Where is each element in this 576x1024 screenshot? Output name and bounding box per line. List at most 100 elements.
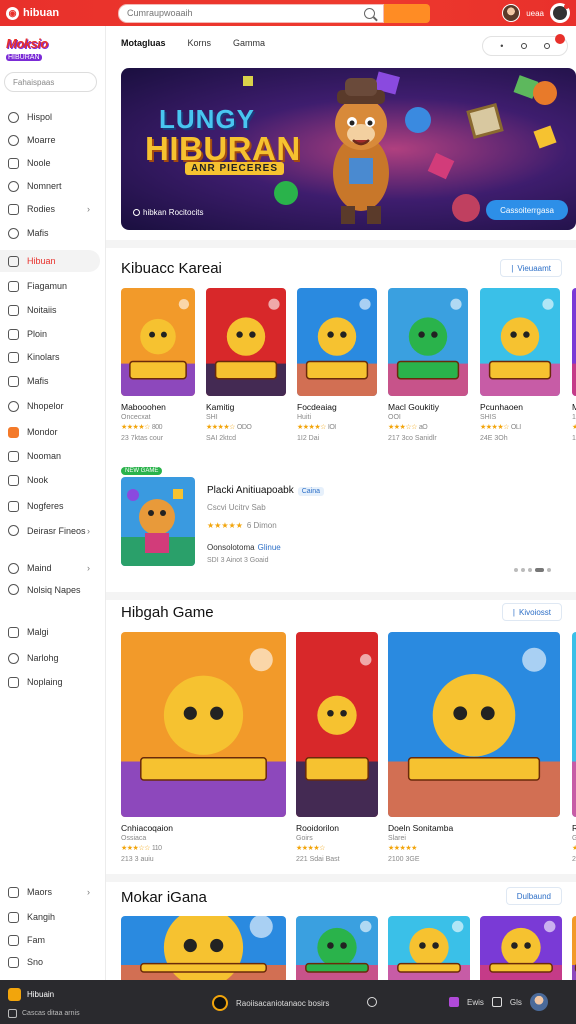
game-card[interactable] — [121, 916, 286, 980]
game-thumbnail[interactable] — [206, 288, 286, 396]
sidebar-item[interactable]: Hibuan — [0, 250, 100, 272]
bottom-center[interactable]: Raoiisacaniotanaoc bosirs — [212, 995, 329, 1011]
sidebar-item[interactable]: Narlohg — [0, 647, 100, 669]
game-card[interactable]: Roiliiog Goila ★★☆☆☆SIS 2A1 DOE — [572, 632, 576, 863]
game-name[interactable]: Mabooohen — [121, 402, 195, 412]
game-name[interactable]: Macl Goukitiy — [388, 402, 468, 412]
game-name[interactable]: Cnhiacoqaion — [121, 823, 286, 833]
bottom-app[interactable]: Hibuain — [8, 988, 54, 1001]
featured-dev-link[interactable]: Glinue — [258, 543, 281, 552]
window-icon[interactable] — [491, 997, 502, 1007]
toggle-icon[interactable] — [520, 43, 527, 49]
game-thumbnail[interactable] — [480, 288, 560, 396]
game-thumbnail[interactable] — [388, 288, 468, 396]
view-controls[interactable]: • — [482, 34, 568, 56]
sidebar-item[interactable]: Hispol — [0, 106, 100, 128]
carousel-pager[interactable] — [514, 568, 551, 572]
search-icon[interactable] — [364, 7, 375, 19]
more-icon[interactable]: • — [500, 41, 503, 51]
brand[interactable]: ◉ hibuan — [6, 6, 116, 20]
sidebar-item[interactable]: Maind › — [0, 557, 100, 579]
game-card[interactable] — [296, 916, 378, 980]
game-thumbnail[interactable] — [121, 288, 195, 396]
pager-dot-active[interactable] — [535, 568, 544, 572]
sidebar-item[interactable]: Noplaing — [0, 671, 100, 693]
search-input[interactable] — [127, 8, 364, 18]
game-name[interactable]: Roiliiog — [572, 823, 576, 833]
user-label[interactable]: ueaa — [526, 9, 544, 18]
game-card[interactable]: Mabooohen Oncecxat ★★★★☆ 800 23 7ktas cour — [121, 288, 195, 442]
search-box[interactable] — [118, 3, 384, 23]
sidebar-item[interactable]: Nogferes — [0, 495, 100, 517]
game-thumbnail[interactable] — [296, 632, 378, 817]
game-name[interactable]: Rooidorilon — [296, 823, 378, 833]
sidebar-item[interactable]: Malgi — [0, 621, 100, 643]
section-3-view-all-button[interactable]: Dulbaund — [505, 887, 562, 905]
sidebar-item[interactable]: Nooman — [0, 445, 100, 467]
bottom-right-label-2[interactable]: Gls — [510, 998, 522, 1007]
sidebar-item[interactable]: Rodies › — [0, 198, 100, 220]
hero-banner[interactable]: LUNGY HIBURAN ANR PIECERES hibkan Rocito… — [121, 68, 576, 230]
game-card[interactable]: Macl Goukitiy OOI ★★★☆☆ aO 217 3co Sanidlr — [388, 288, 468, 442]
section-1-view-all-button[interactable]: | Vieuaamt — [500, 259, 562, 277]
game-thumbnail[interactable] — [572, 288, 576, 396]
game-thumbnail[interactable] — [296, 916, 378, 980]
tab-2[interactable]: Gamma — [233, 38, 265, 48]
game-thumbnail[interactable] — [121, 632, 286, 817]
sidebar-item[interactable]: Deirasr Fineos › — [0, 523, 100, 553]
sidebar-item[interactable]: Kangih — [0, 906, 100, 928]
notification-icon[interactable] — [550, 3, 570, 23]
user-avatar[interactable] — [502, 4, 521, 22]
game-name[interactable]: M — [572, 402, 576, 412]
game-card[interactable] — [480, 916, 562, 980]
game-name[interactable]: Focdeaiag — [297, 402, 377, 412]
game-card[interactable]: Pcunhaoen SHIS ★★★★☆ OLI 24E 3Oh — [480, 288, 560, 442]
sidebar-item[interactable]: Fam — [0, 929, 100, 951]
sidebar-item[interactable]: Nomnert — [0, 175, 100, 197]
game-card[interactable]: Kamitig SHI ★★★★☆ ODO SAI 2ktcd — [206, 288, 286, 442]
game-thumbnail[interactable] — [572, 916, 576, 980]
game-name[interactable]: Kamitig — [206, 402, 286, 412]
sidebar-item[interactable]: Mafis — [0, 222, 100, 244]
game-card[interactable]: Focdeaiag Huiti ★★★★☆ IOI 1I2 Dai — [297, 288, 377, 442]
game-name[interactable]: Pcunhaoen — [480, 402, 560, 412]
sidebar-item[interactable]: Nhopelor — [0, 395, 100, 417]
sidebar-item[interactable]: Kinolars — [0, 346, 100, 368]
sidebar-search[interactable]: Fahaispaas — [4, 72, 97, 92]
sidebar-item[interactable]: Noitaiis — [0, 299, 100, 321]
hero-cta-button[interactable]: Cassoiterrgasa — [486, 200, 568, 220]
sidebar-item[interactable]: Sno — [0, 951, 100, 973]
sidebar-logo[interactable]: Moksio HIBURAN — [6, 36, 66, 66]
featured-game[interactable]: NEW GAME Placki Anitiuapoabk Caina Cscvi … — [121, 467, 561, 582]
user-avatar[interactable] — [529, 993, 548, 1011]
featured-thumbnail[interactable] — [121, 477, 195, 566]
pager-dot[interactable] — [547, 568, 551, 572]
sidebar-item[interactable]: Noole — [0, 152, 100, 174]
game-thumbnail[interactable] — [121, 916, 286, 980]
pager-dot[interactable] — [514, 568, 518, 572]
section-2-view-all-button[interactable]: | Kivoiosst — [501, 603, 562, 621]
bottom-right-label-1[interactable]: Ewis — [467, 998, 484, 1007]
app-purple-icon[interactable] — [449, 997, 459, 1007]
tab-1[interactable]: Korns — [188, 38, 212, 48]
sidebar-item[interactable]: Mafis — [0, 370, 100, 392]
game-thumbnail[interactable] — [480, 916, 562, 980]
game-card[interactable]: M 1 ★ 1 — [572, 288, 576, 442]
featured-tag[interactable]: Caina — [297, 487, 325, 496]
sidebar-item[interactable]: Ploin — [0, 323, 100, 345]
game-thumbnail[interactable] — [572, 632, 576, 817]
search-button[interactable] — [384, 3, 430, 23]
game-name[interactable]: Doeln Sonitamba — [388, 823, 560, 833]
sidebar-item[interactable]: Fiagamun — [0, 275, 100, 297]
pager-dot[interactable] — [528, 568, 532, 572]
sidebar-item[interactable]: Nolsiq Napes — [0, 582, 100, 612]
settings-icon[interactable] — [543, 43, 550, 49]
game-card[interactable]: Rooidorilon Goirs ★★★★☆ 221 Sdai Bast — [296, 632, 378, 863]
game-card[interactable] — [572, 916, 576, 980]
game-card[interactable]: Cnhiacoqaion Ossiaca ★★★☆☆ 110 213 3 auiu — [121, 632, 286, 863]
tab-0[interactable]: Motagluas — [121, 38, 166, 48]
sidebar-item[interactable]: Maors › — [0, 881, 100, 903]
bottom-search-icon[interactable] — [367, 997, 377, 1007]
game-card[interactable] — [388, 916, 470, 980]
sidebar-item[interactable]: Mondor — [0, 421, 100, 443]
